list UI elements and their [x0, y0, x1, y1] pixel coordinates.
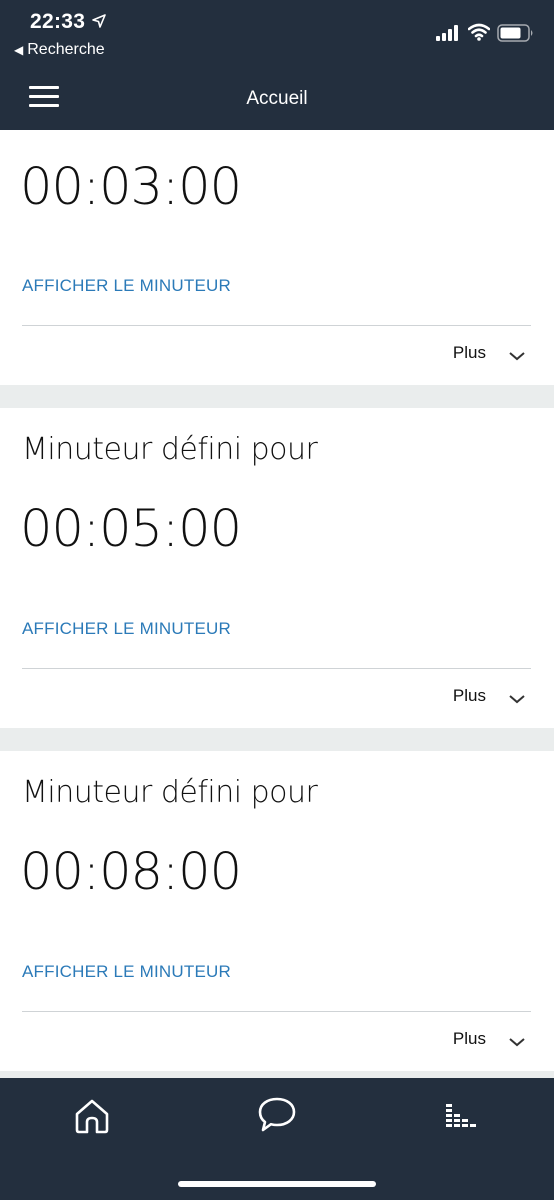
timer-card: Minuteur défini pour 00:08:00 AFFICHER L… — [0, 751, 554, 1071]
show-timer-link[interactable]: AFFICHER LE MINUTEUR — [22, 962, 231, 982]
timer-card-title: Minuteur défini pour — [22, 775, 318, 810]
status-time: 22:33 — [30, 10, 86, 33]
card-divider — [22, 668, 531, 669]
location-arrow-icon — [92, 14, 106, 33]
chevron-down-icon[interactable] — [508, 692, 526, 710]
more-button[interactable]: Plus — [453, 686, 486, 706]
page-title: Accueil — [246, 88, 308, 109]
more-button[interactable]: Plus — [453, 343, 486, 363]
back-app-label: Recherche — [27, 41, 105, 58]
timer-card-title: Minuteur défini pour — [22, 432, 318, 467]
timer-duration: 00:08:00 — [20, 843, 242, 902]
timer-duration: 00:05:00 — [20, 500, 242, 559]
back-arrow-icon: ◀ — [14, 43, 24, 57]
chevron-down-icon[interactable] — [508, 1035, 526, 1053]
show-timer-link[interactable]: AFFICHER LE MINUTEUR — [22, 619, 231, 639]
show-timer-link[interactable]: AFFICHER LE MINUTEUR — [22, 276, 231, 296]
timer-card: Minuteur défini pour 00:05:00 AFFICHER L… — [0, 408, 554, 728]
timer-card: 00:03:00 AFFICHER LE MINUTEUR Plus — [0, 130, 554, 385]
equalizer-icon[interactable] — [444, 1102, 478, 1135]
home-icon[interactable] — [73, 1098, 111, 1139]
card-divider — [22, 1011, 531, 1012]
chevron-down-icon[interactable] — [508, 349, 526, 367]
chat-icon[interactable] — [257, 1096, 297, 1139]
timer-duration: 00:03:00 — [20, 158, 242, 217]
back-to-app-link[interactable]: ◀ Recherche — [14, 41, 105, 59]
home-indicator[interactable] — [178, 1181, 376, 1187]
cellular-signal-icon — [436, 25, 460, 46]
more-button[interactable]: Plus — [453, 1029, 486, 1049]
wifi-icon — [467, 23, 491, 46]
top-bar: 22:33 ◀ Recherche Accueil — [0, 0, 554, 130]
battery-icon — [497, 24, 535, 47]
card-divider — [22, 325, 531, 326]
